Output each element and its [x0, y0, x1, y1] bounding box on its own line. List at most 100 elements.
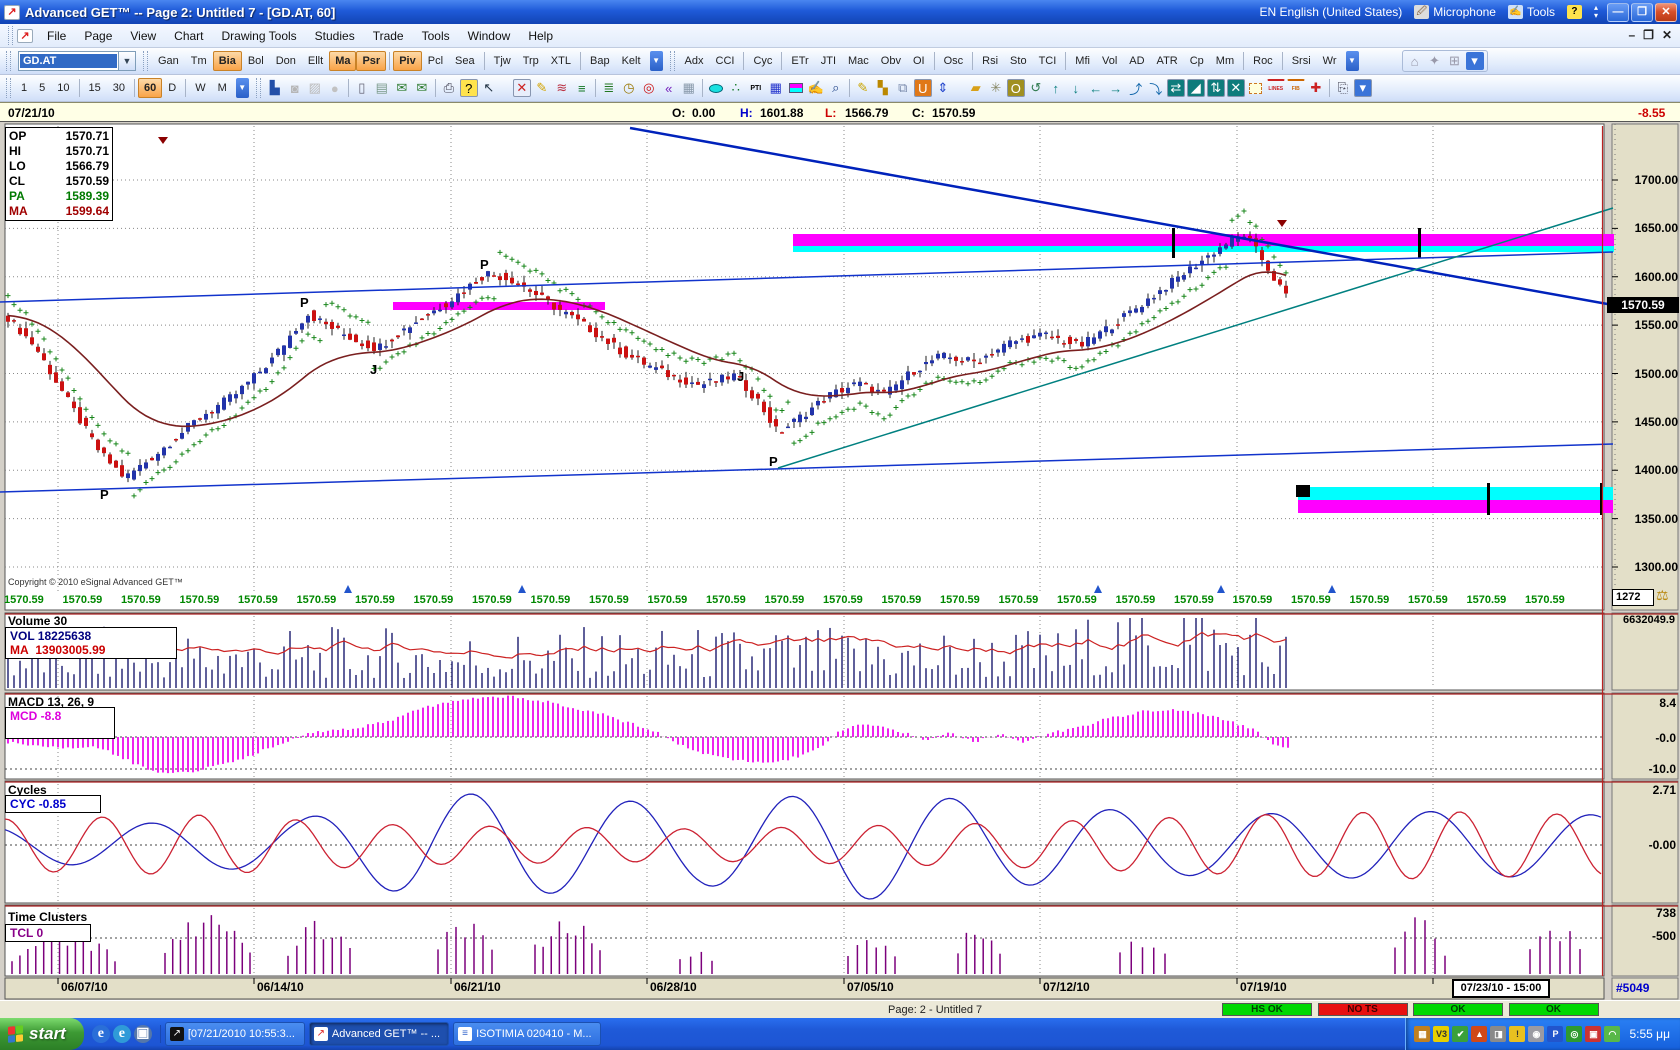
study-button-oi[interactable]: OI — [907, 51, 931, 71]
microphone-button[interactable]: 🖉Microphone — [1414, 5, 1496, 19]
study-overflow2-icon[interactable]: ▼ — [1346, 51, 1359, 71]
study-button-obv[interactable]: Obv — [875, 51, 907, 71]
pti-icon[interactable]: PTI — [747, 79, 765, 97]
study-button-tjw[interactable]: Tjw — [488, 51, 517, 71]
study-button-mac[interactable]: Mac — [842, 51, 875, 71]
tray-display-icon[interactable]: ▦ — [1414, 1026, 1430, 1042]
study-overflow-icon[interactable]: ▼ — [650, 51, 663, 71]
menu-view[interactable]: View — [121, 26, 165, 46]
study-button-piv[interactable]: Piv — [393, 51, 422, 71]
study-button-wr[interactable]: Wr — [1317, 51, 1343, 71]
taskbar-clock[interactable]: 5:55 μμ — [1629, 1027, 1670, 1041]
open-folder-icon[interactable]: ▰ — [967, 79, 985, 97]
study-button-cyc[interactable]: Cyc — [747, 51, 778, 71]
mdi-restore-button[interactable]: ❐ — [1643, 28, 1654, 42]
language-indicator[interactable]: EN English (United States) — [1260, 5, 1403, 19]
marker-icon[interactable]: ✎ — [533, 79, 551, 97]
langbar-options-icon[interactable]: ▴▾ — [1594, 4, 1598, 20]
timeframe-button-60[interactable]: 60 — [138, 78, 162, 98]
chart-window-icon[interactable]: ↗ — [17, 29, 33, 43]
home-icon[interactable]: ⌂ — [1406, 52, 1424, 70]
zoom-in-icon[interactable]: ⌕ — [827, 79, 845, 97]
timeframe-button-5[interactable]: 5 — [33, 78, 51, 98]
study-button-don[interactable]: Don — [270, 51, 302, 71]
study-button-rsi[interactable]: Rsi — [976, 51, 1004, 71]
undo-icon[interactable]: ↺ — [1027, 79, 1045, 97]
tray-v3-icon[interactable]: V3 — [1433, 1026, 1449, 1042]
study-button-srsi[interactable]: Srsi — [1286, 51, 1317, 71]
toolbar1-grip[interactable] — [6, 51, 11, 72]
study-button-etr[interactable]: ETr — [785, 51, 814, 71]
toolbar2-grip[interactable] — [6, 78, 11, 99]
status-indicator-no-ts[interactable]: NO TS — [1318, 1003, 1408, 1016]
mdi-minimize-button[interactable]: – — [1628, 28, 1635, 42]
pencil-icon[interactable]: ✎ — [854, 79, 872, 97]
timeframe-button-30[interactable]: 30 — [107, 78, 131, 98]
tray-shield-icon[interactable]: ! — [1509, 1026, 1525, 1042]
print-icon[interactable]: ⎙ — [440, 79, 458, 97]
tray-alert-icon[interactable]: ▲ — [1471, 1026, 1487, 1042]
menu-page[interactable]: Page — [75, 26, 121, 46]
delete-tool-icon[interactable]: ✕ — [513, 79, 531, 97]
get-chart-icon[interactable]: ✦ — [1426, 52, 1444, 70]
parallel-lines-icon[interactable]: ≡ — [573, 79, 591, 97]
grid-icon[interactable]: ▦ — [680, 79, 698, 97]
taskbar-window-advanced-get[interactable]: ↗Advanced GET™ -- ... — [309, 1022, 449, 1046]
restore-button[interactable]: ❐ — [1631, 3, 1653, 22]
toolbar-overflow-icon[interactable]: ▾ — [1354, 79, 1372, 97]
scale-mode-icon[interactable]: ⚖ — [1656, 587, 1669, 604]
tray-volume-icon[interactable]: ◉ — [1528, 1026, 1544, 1042]
scatter-icon[interactable]: ∴ — [727, 79, 745, 97]
study-button-kelt[interactable]: Kelt — [616, 51, 647, 71]
balloon-icon[interactable]: ● — [326, 79, 344, 97]
arrow-right-icon[interactable]: → — [1107, 79, 1125, 97]
taskbar-window-isotimia[interactable]: ≡ISOTIMIA 020410 - M... — [453, 1022, 601, 1046]
mob-icon[interactable] — [787, 79, 805, 97]
study-button-ellt[interactable]: Ellt — [302, 51, 329, 71]
timeframe-button-1[interactable]: 1 — [15, 78, 33, 98]
mail-out-icon[interactable]: ✉ — [393, 79, 411, 97]
study-button-vol[interactable]: Vol — [1096, 51, 1123, 71]
study-button-cp[interactable]: Cp — [1184, 51, 1210, 71]
menu-help[interactable]: Help — [519, 26, 562, 46]
taskbar-window-eventlog[interactable]: ↗[07/21/2010 10:55:3... — [165, 1022, 305, 1046]
timeframe-button-15[interactable]: 15 — [83, 78, 107, 98]
timeframe-button-w[interactable]: W — [189, 78, 211, 98]
pan-horizontal-icon[interactable]: ⇄ — [1167, 79, 1185, 97]
grid-blue-icon[interactable]: ▦ — [767, 79, 785, 97]
study-button-jti[interactable]: JTI — [815, 51, 842, 71]
fit-vertical-icon[interactable]: ⇕ — [934, 79, 952, 97]
elbow-up-icon[interactable]: ⤴ — [1127, 79, 1145, 97]
symbol-input[interactable]: GD.AT — [20, 54, 117, 68]
toolbar2-grip2[interactable] — [256, 78, 261, 99]
menu-file[interactable]: File — [38, 26, 75, 46]
menu-drawing-tools[interactable]: Drawing Tools — [213, 26, 306, 46]
mini-overflow-icon[interactable]: ▾ — [1466, 52, 1484, 70]
study-button-mm[interactable]: Mm — [1210, 51, 1240, 71]
time-cycle-icon[interactable]: ◷ — [620, 79, 638, 97]
status-indicator-hs-ok[interactable]: HS OK — [1222, 1003, 1312, 1016]
timeframe-button-10[interactable]: 10 — [51, 78, 75, 98]
menu-grip[interactable] — [8, 26, 13, 44]
pan-reset-icon[interactable]: ✕ — [1227, 79, 1245, 97]
lines-tool-icon[interactable]: LINES — [1267, 79, 1285, 97]
menu-studies[interactable]: Studies — [306, 26, 364, 46]
arrow-down-icon[interactable]: ↓ — [1067, 79, 1085, 97]
pan-diagonal-icon[interactable]: ◢ — [1187, 79, 1205, 97]
chart-plot[interactable] — [0, 122, 1680, 1000]
study-button-bol[interactable]: Bol — [242, 51, 270, 71]
menu-trade[interactable]: Trade — [364, 26, 413, 46]
tray-spybot-icon[interactable]: ◎ — [1566, 1026, 1582, 1042]
toolbar1-grip3[interactable] — [670, 51, 675, 72]
lang-help-button[interactable]: ? — [1567, 5, 1582, 19]
quicklaunch-mail-icon[interactable]: e — [113, 1025, 131, 1043]
menu-tools[interactable]: Tools — [413, 26, 459, 46]
ellipse-tool-icon[interactable] — [707, 79, 725, 97]
pattern-icon[interactable]: ▚ — [874, 79, 892, 97]
study-button-sea[interactable]: Sea — [449, 51, 481, 71]
palette-icon[interactable]: ▨ — [306, 79, 324, 97]
fan-lines-icon[interactable]: « — [660, 79, 678, 97]
study-button-osc[interactable]: Osc — [938, 51, 970, 71]
timeframe-button-m[interactable]: M — [212, 78, 233, 98]
tray-agent-icon[interactable]: ✔ — [1452, 1026, 1468, 1042]
